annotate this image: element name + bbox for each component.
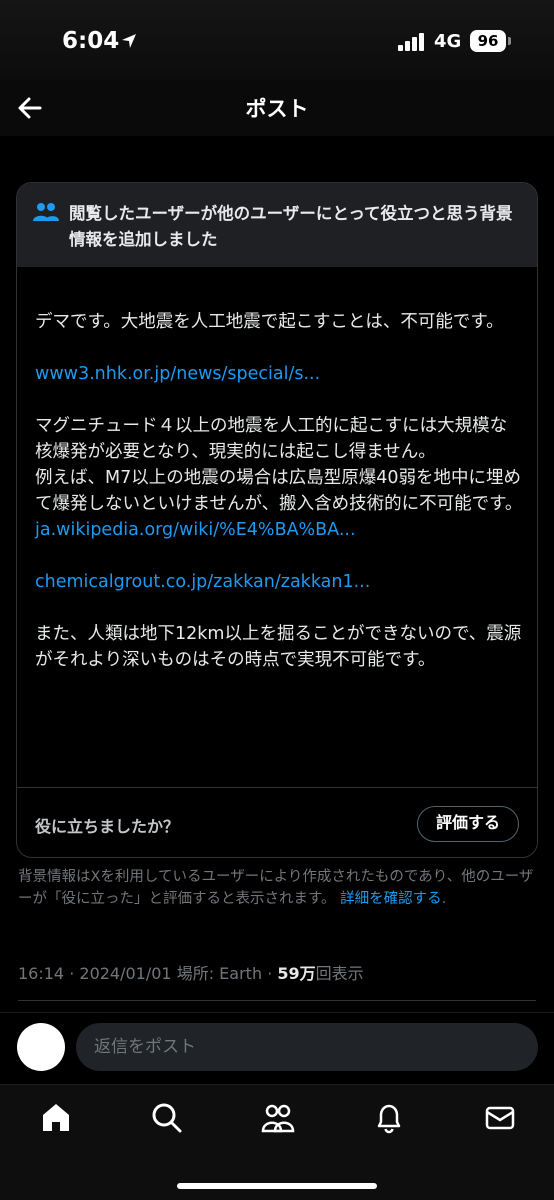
- bottom-nav: [0, 1084, 554, 1200]
- people-icon: [33, 203, 59, 221]
- note-link-wikipedia[interactable]: ja.wikipedia.org/wiki/%E4%BA%BA...: [35, 517, 523, 543]
- reply-composer: [0, 1012, 554, 1084]
- disclaimer-text: 背景情報はXを利用しているユーザーにより作成されたものであり、他のユーザーが「役…: [18, 869, 534, 907]
- page-title: ポスト: [245, 97, 309, 121]
- note-link-nhk[interactable]: www3.nhk.or.jp/news/special/s...: [35, 361, 523, 387]
- home-icon[interactable]: [39, 1101, 73, 1135]
- learn-more-link[interactable]: 詳細を確認する: [340, 891, 442, 907]
- post-location: 場所: Earth: [176, 964, 263, 983]
- note-paragraph: また、人類は地下12km以上を掘ることができないので、震源がそれより深いものはそ…: [35, 624, 522, 670]
- community-note-card: 閲覧したユーザーが他のユーザーにとって役立つと思う背景情報を追加しました デマで…: [16, 182, 538, 858]
- status-bar: 6:04 4G 96: [0, 0, 554, 80]
- signal-icon: [398, 33, 424, 51]
- note-paragraph: 例えば、M7以上の地震の場合は広島型原爆40弱を地中に埋めて爆発しないといけませ…: [35, 468, 523, 514]
- home-indicator: [177, 1183, 377, 1189]
- post-meta: 16:14 · 2024/01/01 場所: Earth · 59万回表示: [18, 960, 364, 984]
- post-date: 2024/01/01: [79, 964, 172, 983]
- note-disclaimer: 背景情報はXを利用しているユーザーにより作成されたものであり、他のユーザーが「役…: [18, 866, 538, 910]
- views-suffix: 回表示: [315, 964, 364, 983]
- meta-separator: ·: [69, 964, 75, 983]
- meta-separator: ·: [267, 964, 273, 983]
- communities-icon[interactable]: [261, 1101, 295, 1135]
- rate-button[interactable]: 評価する: [416, 806, 519, 842]
- search-icon[interactable]: [150, 1101, 184, 1135]
- views-count[interactable]: 59万: [277, 964, 315, 983]
- reply-input[interactable]: [76, 1023, 538, 1071]
- note-body: デマです。大地震を人工地震で起こすことは、不可能です。 www3.nhk.or.…: [35, 309, 523, 673]
- notifications-icon[interactable]: [372, 1101, 406, 1135]
- battery-indicator: 96: [470, 30, 506, 52]
- status-time: 6:04: [62, 28, 120, 54]
- battery-nub: [508, 37, 511, 45]
- note-header: 閲覧したユーザーが他のユーザーにとって役立つと思う背景情報を追加しました: [17, 183, 537, 267]
- avatar[interactable]: [17, 1023, 65, 1071]
- location-arrow-icon: [122, 34, 136, 48]
- note-footer: 役に立ちましたか？ 評価する: [17, 787, 537, 857]
- post-time: 16:14: [18, 964, 65, 983]
- disclaimer-end: .: [441, 891, 447, 907]
- divider: [18, 1000, 536, 1001]
- note-heading: 閲覧したユーザーが他のユーザーにとって役立つと思う背景情報を追加しました: [69, 204, 513, 249]
- messages-icon[interactable]: [483, 1101, 517, 1135]
- note-link-chemicalgrout[interactable]: chemicalgrout.co.jp/zakkan/zakkan1...: [35, 569, 523, 595]
- helpful-question: 役に立ちましたか？: [35, 817, 180, 836]
- note-paragraph: マグニチュード４以上の地震を人工的に起こすには大規模な核爆発が必要となり、現実的…: [35, 416, 508, 462]
- top-header: ポスト: [0, 80, 554, 136]
- network-type: 4G: [434, 31, 462, 52]
- note-paragraph: デマです。大地震を人工地震で起こすことは、不可能です。: [35, 312, 504, 332]
